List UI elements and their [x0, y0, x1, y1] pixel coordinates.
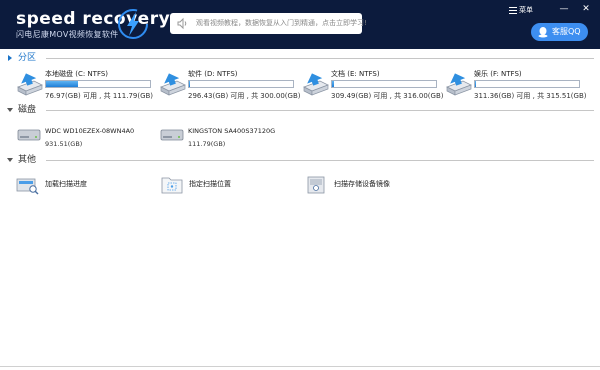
partition-d[interactable]: 软件 (D: NTFS) 296.43(GB) 可用 , 共 300.00(GB…: [157, 69, 301, 103]
section-partitions[interactable]: 分区: [0, 51, 600, 65]
partition-capacity: 311.36(GB) 可用 , 共 315.51(GB): [474, 92, 587, 100]
disk-name: KINGSTON SA400S37120G: [188, 127, 276, 135]
drive-c-icon: [17, 73, 43, 96]
minimize-button[interactable]: —: [558, 3, 570, 15]
minimize-icon: —: [559, 4, 569, 14]
usage-bar-fill: [189, 81, 191, 87]
drive-f-icon: [446, 73, 472, 96]
usage-bar-fill: [475, 81, 477, 87]
divider: [46, 110, 594, 111]
disk-capacity: 111.79(GB): [188, 140, 226, 148]
specify-scan-location-label: 指定扫描位置: [189, 180, 231, 188]
partition-capacity: 296.43(GB) 可用 , 共 300.00(GB): [188, 92, 301, 100]
menu-button[interactable]: 菜单: [509, 4, 533, 16]
tutorial-search-bar[interactable]: 观看视频教程，数据恢复从入门到精通，点击立即学习!: [170, 13, 367, 34]
drive-e-icon: [303, 73, 329, 96]
usage-bar-fill: [332, 81, 335, 87]
specify-scan-location-item[interactable]: 指定扫描位置: [160, 175, 280, 197]
hard-disk-icon: [17, 129, 41, 141]
close-button[interactable]: ✕: [580, 3, 592, 15]
partition-e[interactable]: 文档 (E: NTFS) 309.49(GB) 可用 , 共 316.00(GB…: [300, 69, 444, 103]
partition-name: 本地磁盘 (C: NTFS): [45, 70, 109, 78]
drive-d-icon: [160, 73, 186, 96]
disk-wdc[interactable]: WDC WD10EZEX-08WN4A0 931.51(GB): [17, 126, 157, 154]
collapse-arrow-icon: [7, 108, 13, 112]
section-disks-label: 磁盘: [18, 105, 37, 115]
close-icon: ✕: [582, 4, 590, 14]
partition-name: 软件 (D: NTFS): [188, 70, 238, 78]
disk-kingston[interactable]: KINGSTON SA400S37120G 111.79(GB): [160, 126, 300, 154]
tutorial-hint-text: 观看视频教程，数据恢复从入门到精通，点击立即学习!: [196, 19, 367, 27]
specify-scan-location-icon: [161, 177, 183, 194]
load-scan-progress-icon: [16, 178, 39, 195]
partition-c[interactable]: 本地磁盘 (C: NTFS) 76.97(GB) 可用 , 共 111.79(G…: [14, 69, 153, 103]
disk-name: WDC WD10EZEX-08WN4A0: [45, 127, 135, 135]
scan-device-image-item[interactable]: 扫描存储设备镜像: [305, 175, 435, 197]
section-disks[interactable]: 磁盘: [0, 103, 600, 117]
collapse-arrow-icon: [7, 158, 13, 162]
qq-penguin-icon: [538, 27, 548, 38]
usage-bar: [188, 80, 294, 88]
partition-name: 文档 (E: NTFS): [331, 70, 380, 78]
qq-label: 客服QQ: [552, 27, 581, 36]
load-scan-progress-label: 加载扫描进度: [45, 180, 87, 188]
menu-icon: [509, 6, 517, 14]
logo-subtitle: 闪电尼康MOV视频恢复软件: [16, 30, 119, 39]
bottom-divider: [0, 366, 600, 367]
section-partitions-label: 分区: [18, 53, 37, 63]
expand-arrow-icon: [8, 55, 12, 61]
section-others-label: 其他: [18, 155, 37, 165]
divider: [46, 58, 594, 59]
load-scan-progress-item[interactable]: 加载扫描进度: [16, 175, 136, 197]
scan-device-image-label: 扫描存储设备镜像: [334, 180, 390, 188]
usage-bar-fill: [46, 81, 79, 87]
usage-bar: [45, 80, 151, 88]
partition-capacity: 76.97(GB) 可用 , 共 111.79(GB): [45, 92, 154, 100]
partition-name: 娱乐 (F: NTFS): [474, 70, 522, 78]
disk-capacity: 931.51(GB): [45, 140, 83, 148]
partition-capacity: 309.49(GB) 可用 , 共 316.00(GB): [331, 92, 444, 100]
section-others[interactable]: 其他: [0, 153, 600, 167]
partition-f[interactable]: 娱乐 (F: NTFS) 311.36(GB) 可用 , 共 315.51(GB…: [443, 69, 587, 103]
usage-bar: [474, 80, 580, 88]
menu-label: 菜单: [519, 6, 533, 14]
title-bar: speed recovery 闪电尼康MOV视频恢复软件 观看视频教程，数据恢复…: [0, 0, 600, 49]
usage-bar: [331, 80, 437, 88]
divider: [46, 160, 594, 161]
lightning-logo-icon: [118, 9, 148, 39]
customer-service-qq-button[interactable]: 客服QQ: [531, 23, 588, 41]
speaker-icon: [177, 17, 187, 30]
hard-disk-icon: [160, 129, 184, 141]
scan-device-image-icon: [307, 176, 325, 194]
